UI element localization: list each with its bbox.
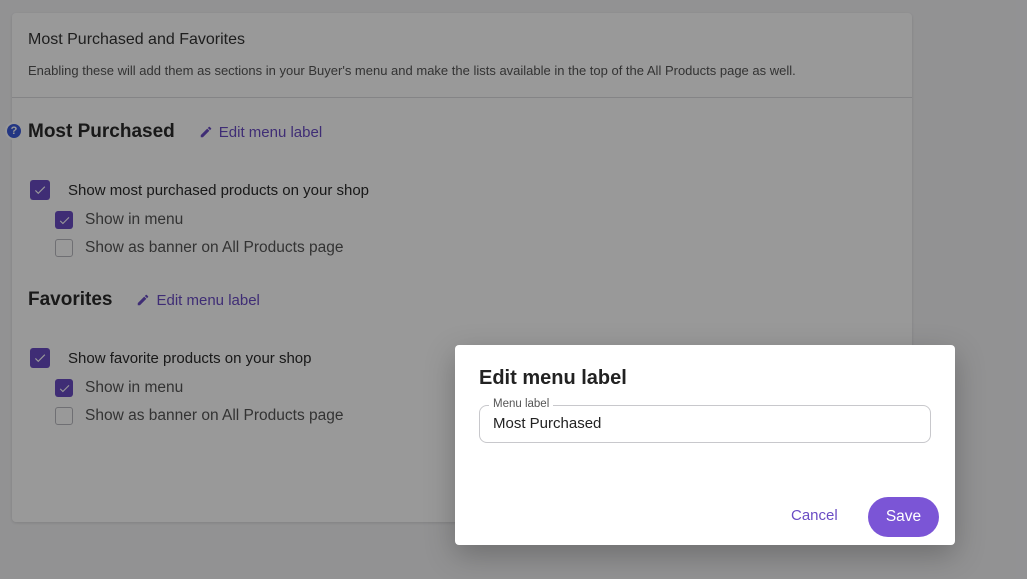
menu-label-field[interactable]: Menu label xyxy=(479,398,931,443)
edit-menu-label-dialog: Edit menu label Menu label Cancel Save xyxy=(455,345,955,545)
menu-label-field-label: Menu label xyxy=(489,398,554,410)
save-button[interactable]: Save xyxy=(868,497,939,537)
cancel-button[interactable]: Cancel xyxy=(791,507,838,524)
menu-label-input[interactable] xyxy=(493,415,913,432)
dialog-title: Edit menu label xyxy=(479,367,627,389)
